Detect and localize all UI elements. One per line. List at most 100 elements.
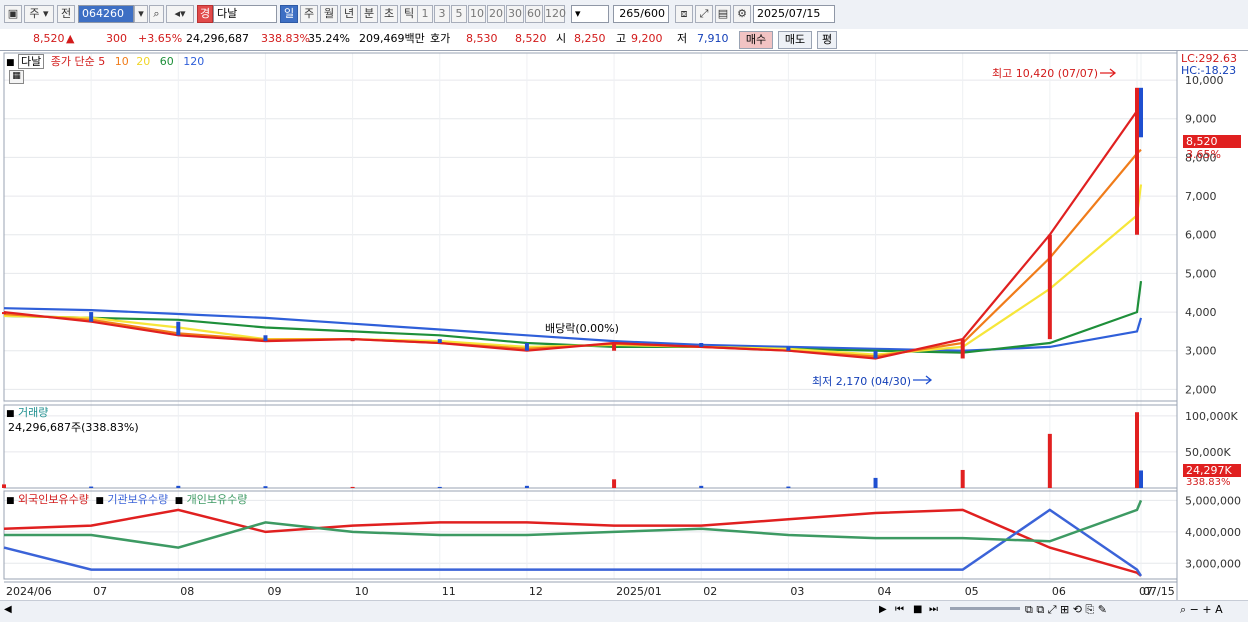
- speaker-icon[interactable]: ◂▾: [166, 5, 194, 23]
- up-arrow-icon: ▲: [66, 32, 75, 45]
- interval-button-6[interactable]: 60: [525, 5, 543, 23]
- quote-amount: 209,469백만: [359, 32, 425, 45]
- period-tab-2[interactable]: 월: [320, 5, 338, 23]
- eval-button[interactable]: 평: [817, 31, 837, 49]
- institution-label: 기관보유수량: [107, 493, 169, 506]
- stock-tag[interactable]: 다날: [18, 54, 45, 69]
- grade-badge: 경: [197, 5, 213, 23]
- price-candle: [2, 312, 6, 315]
- ask-label: 호가: [430, 32, 451, 45]
- code-dropdown-icon[interactable]: ▾: [134, 5, 148, 23]
- price-tick-label: 2,000: [1185, 383, 1217, 396]
- quote-change-pct: +3.65%: [138, 32, 183, 45]
- price-candle: [176, 321, 181, 336]
- last-price-tag: 8,520: [1183, 135, 1241, 148]
- price-candle: [1135, 87, 1139, 235]
- period-tab-4[interactable]: 분: [360, 5, 378, 23]
- count-value: 265: [619, 7, 641, 20]
- stock-chart[interactable]: 10,0009,0008,0007,0006,0005,0004,0003,00…: [0, 51, 1248, 600]
- price-candle: [524, 343, 529, 351]
- holding-tick-label: 5,000,000: [1185, 494, 1241, 507]
- tools-icon[interactable]: ⤢: [695, 5, 713, 23]
- foreign-label: 외국인보유수량: [18, 493, 89, 506]
- x-tick-label: 11: [442, 585, 456, 598]
- period-tab-1[interactable]: 주: [300, 5, 318, 23]
- high-annotation: 최고 10,420 (07/07): [992, 67, 1099, 80]
- view-icons[interactable]: ⧉ ⧉ ⤢ ⊞ ⟲ ⎘ ✎: [1025, 603, 1107, 617]
- volume-tick-label: 100,000K: [1185, 410, 1238, 423]
- volume-value: 24,296,687주(338.83%): [8, 421, 139, 434]
- period-tab-5[interactable]: 초: [380, 5, 398, 23]
- zoom-icons[interactable]: ⌕ − + A: [1180, 603, 1223, 617]
- x-tick-label: 12: [529, 585, 543, 598]
- zoom-slider[interactable]: [950, 607, 1020, 610]
- volume-bar: [176, 485, 181, 488]
- quote-open: 8,250: [574, 32, 606, 45]
- price-candle: [437, 339, 442, 343]
- quote-low: 7,910: [697, 32, 729, 45]
- x-tick-label: 04: [878, 585, 892, 598]
- price-tick-label: 4,000: [1185, 306, 1217, 319]
- interval-custom-select[interactable]: ▾: [571, 5, 609, 23]
- legend-icon: ■: [6, 409, 15, 419]
- ma20-label: 20: [136, 55, 151, 68]
- x-tick-label: 07: [93, 585, 107, 598]
- x-tick-label: 06: [1052, 585, 1066, 598]
- quote-bid: 8,520: [515, 32, 547, 45]
- ma60-label: 60: [159, 55, 174, 68]
- forward-icon[interactable]: ⏭: [929, 604, 938, 615]
- stock-code-input[interactable]: 064260: [78, 5, 134, 23]
- date-field[interactable]: 2025/07/15: [753, 5, 835, 23]
- chart-scrollbar[interactable]: ◀ ▶ ⏮ ■ ⏭ ⧉ ⧉ ⤢ ⊞ ⟲ ⎘ ✎ ⌕ − + A: [0, 600, 1248, 622]
- gear-icon[interactable]: ⚙: [733, 5, 751, 23]
- x-tick-label: 09: [267, 585, 281, 598]
- volume-bar: [786, 486, 791, 488]
- volume-bar: [2, 484, 6, 488]
- price-candle: [1139, 87, 1143, 138]
- search-icon[interactable]: ⌕: [149, 5, 164, 23]
- interval-button-1[interactable]: 3: [434, 5, 450, 23]
- layout-icon[interactable]: ▣: [4, 5, 22, 23]
- volume-bar: [960, 469, 965, 488]
- table-icon[interactable]: ▦: [9, 70, 24, 84]
- stock-name-field[interactable]: 다날: [213, 5, 277, 23]
- quote-volume: 24,296,687: [186, 32, 249, 45]
- scroll-right-icon[interactable]: ▶: [879, 604, 887, 615]
- market-select[interactable]: 주 ▾: [24, 5, 54, 23]
- scroll-left-icon[interactable]: ◀: [4, 604, 12, 615]
- volume-bar: [350, 486, 355, 488]
- interval-button-3[interactable]: 10: [468, 5, 486, 23]
- hc-label: HC:-18.23: [1181, 64, 1237, 77]
- x-tick-label: 05: [965, 585, 979, 598]
- individual-label: 개인보유수량: [186, 493, 248, 506]
- quote-change: 300: [106, 32, 127, 45]
- market-label: 주: [29, 7, 40, 20]
- interval-button-7[interactable]: 120: [544, 5, 566, 23]
- candle-icon[interactable]: ⧈: [675, 5, 693, 23]
- stop-icon[interactable]: ■: [913, 604, 922, 615]
- count-field[interactable]: 265/600: [613, 5, 669, 23]
- sell-button[interactable]: 매도: [778, 31, 812, 49]
- buy-button[interactable]: 매수: [739, 31, 773, 49]
- save-icon[interactable]: ▤: [715, 5, 731, 23]
- interval-button-0[interactable]: 1: [417, 5, 433, 23]
- interval-button-4[interactable]: 20: [487, 5, 505, 23]
- price-candle: [699, 343, 704, 347]
- last-pct-tag: 3.65%: [1186, 148, 1221, 161]
- period-tab-3[interactable]: 년: [340, 5, 358, 23]
- interval-button-2[interactable]: 5: [451, 5, 467, 23]
- price-candle: [263, 335, 268, 342]
- quote-high: 9,200: [631, 32, 663, 45]
- interval-button-5[interactable]: 30: [506, 5, 524, 23]
- x-tick-label: 2024/06: [6, 585, 52, 598]
- x-tick-label: 10: [355, 585, 369, 598]
- period-tab-0[interactable]: 일: [280, 5, 298, 23]
- legend-icon: ■: [6, 496, 15, 506]
- legend-icon: ■: [6, 58, 15, 68]
- price-candle: [612, 343, 617, 351]
- dividend-annotation: 배당락(0.00%): [545, 322, 619, 335]
- period-tab-6[interactable]: 틱: [400, 5, 418, 23]
- mode-button[interactable]: 전: [57, 5, 75, 23]
- rewind-icon[interactable]: ⏮: [895, 604, 904, 615]
- price-tick-label: 7,000: [1185, 190, 1217, 203]
